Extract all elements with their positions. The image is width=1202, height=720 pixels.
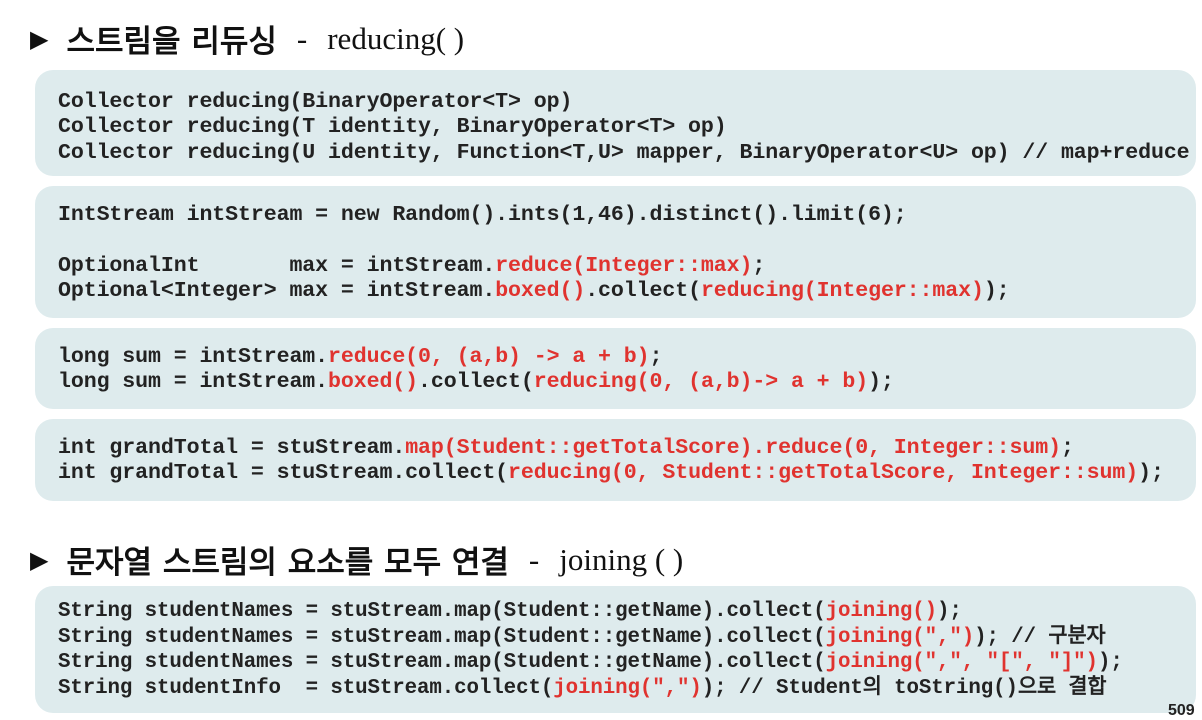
code-text: String studentNames = stuStream.map(Stud… <box>58 600 826 623</box>
code-text: Collector reducing(T identity, BinaryOpe… <box>58 115 727 140</box>
code-highlight: joining(",") <box>825 625 975 649</box>
section-heading-reducing: ▶ 스트림을 리듀싱 - reducing( ) <box>30 16 464 61</box>
code-highlight: joining(",") <box>553 676 702 700</box>
code-text: Collector reducing(U identity, Function<… <box>58 140 1190 165</box>
heading-separator: - <box>296 20 308 56</box>
code-text: .collect( <box>418 370 534 395</box>
code-line: long sum = intStream.reduce(0, (a,b) -> … <box>58 345 1196 370</box>
code-highlight: reduce(0, (a,b) -> a + b) <box>328 345 650 369</box>
code-text: ); <box>1138 461 1164 486</box>
code-line: String studentInfo = stuStream.collect(j… <box>58 676 1196 702</box>
code-box-sum: long sum = intStream.reduce(0, (a,b) -> … <box>35 328 1196 409</box>
code-text: .collect( <box>585 278 701 303</box>
code-box-signatures: Collector reducing(BinaryOperator<T> op)… <box>35 70 1196 176</box>
code-text: ); // 구분자 <box>974 625 1106 649</box>
code-box-max: IntStream intStream = new Random().ints(… <box>35 186 1196 318</box>
heading-korean: 스트림을 리듀싱 <box>66 24 277 60</box>
code-highlight: boxed() <box>328 370 419 395</box>
code-highlight: joining() <box>825 600 938 623</box>
code-text: ); <box>937 600 962 623</box>
code-text: Optional<Integer> max = intStream. <box>58 278 496 303</box>
code-line: OptionalInt max = intStream.reduce(Integ… <box>58 254 1196 279</box>
page-number: 509 <box>1168 702 1195 719</box>
code-text: OptionalInt max = intStream. <box>58 253 496 278</box>
code-text: ; <box>649 345 663 369</box>
code-line: String studentNames = stuStream.map(Stud… <box>58 625 1196 651</box>
code-highlight: reducing(Integer::max) <box>700 278 984 303</box>
code-highlight: reducing(0, (a,b)-> a + b) <box>533 370 869 395</box>
heading-function: joining ( ) <box>559 541 684 577</box>
code-highlight: reducing(0, Student::getTotalScore, Inte… <box>508 461 1139 486</box>
code-highlight: boxed() <box>495 278 586 303</box>
code-highlight: reduce(Integer::max) <box>495 253 753 278</box>
code-highlight: joining(",", "[", "]") <box>825 651 1098 674</box>
code-text: IntStream intStream = new Random().ints(… <box>58 203 907 227</box>
code-text: String studentNames = stuStream.map(Stud… <box>58 625 826 649</box>
heading-separator: - <box>528 541 540 577</box>
heading-function: reducing( ) <box>327 20 465 56</box>
code-line: long sum = intStream.boxed().collect(red… <box>58 370 1196 395</box>
section-heading-joining: ▶ 문자열 스트림의 요소를 모두 연결 - joining ( ) <box>30 537 683 582</box>
code-text: ; <box>752 253 766 278</box>
code-text: ; <box>1060 436 1074 460</box>
code-text: int grandTotal = stuStream.collect( <box>58 461 509 486</box>
code-text: ); <box>983 278 1010 303</box>
code-line: int grandTotal = stuStream.collect(reduc… <box>58 461 1196 486</box>
code-line: String studentNames = stuStream.map(Stud… <box>58 599 1196 625</box>
code-text: ); // Student의 toString()으로 결합 <box>701 676 1107 700</box>
code-text: ); <box>1097 651 1123 674</box>
code-text: long sum = intStream. <box>58 370 329 395</box>
heading-korean: 문자열 스트림의 요소를 모두 연결 <box>66 545 509 581</box>
code-line: Collector reducing(U identity, Function<… <box>58 141 1196 166</box>
code-text: int grandTotal = stuStream. <box>58 436 406 460</box>
code-highlight: map(Student::getTotalScore).reduce(0, In… <box>405 436 1061 460</box>
code-line: int grandTotal = stuStream.map(Student::… <box>58 436 1196 461</box>
code-text: String studentNames = stuStream.map(Stud… <box>58 651 826 674</box>
triangle-bullet-icon: ▶ <box>30 24 49 53</box>
code-box-grandtotal: int grandTotal = stuStream.map(Student::… <box>35 419 1196 501</box>
triangle-bullet-icon: ▶ <box>30 545 49 574</box>
code-line: Collector reducing(BinaryOperator<T> op) <box>58 90 1196 115</box>
code-line: Optional<Integer> max = intStream.boxed(… <box>58 279 1196 304</box>
code-box-joining: String studentNames = stuStream.map(Stud… <box>35 586 1196 713</box>
code-line: Collector reducing(T identity, BinaryOpe… <box>58 115 1196 140</box>
code-text: long sum = intStream. <box>58 345 329 369</box>
code-line: String studentNames = stuStream.map(Stud… <box>58 650 1196 676</box>
code-line: IntStream intStream = new Random().ints(… <box>58 203 1196 228</box>
code-text: String studentInfo = stuStream.collect( <box>58 676 554 700</box>
code-text: ); <box>868 370 894 395</box>
code-text: Collector reducing(BinaryOperator<T> op) <box>58 90 573 114</box>
